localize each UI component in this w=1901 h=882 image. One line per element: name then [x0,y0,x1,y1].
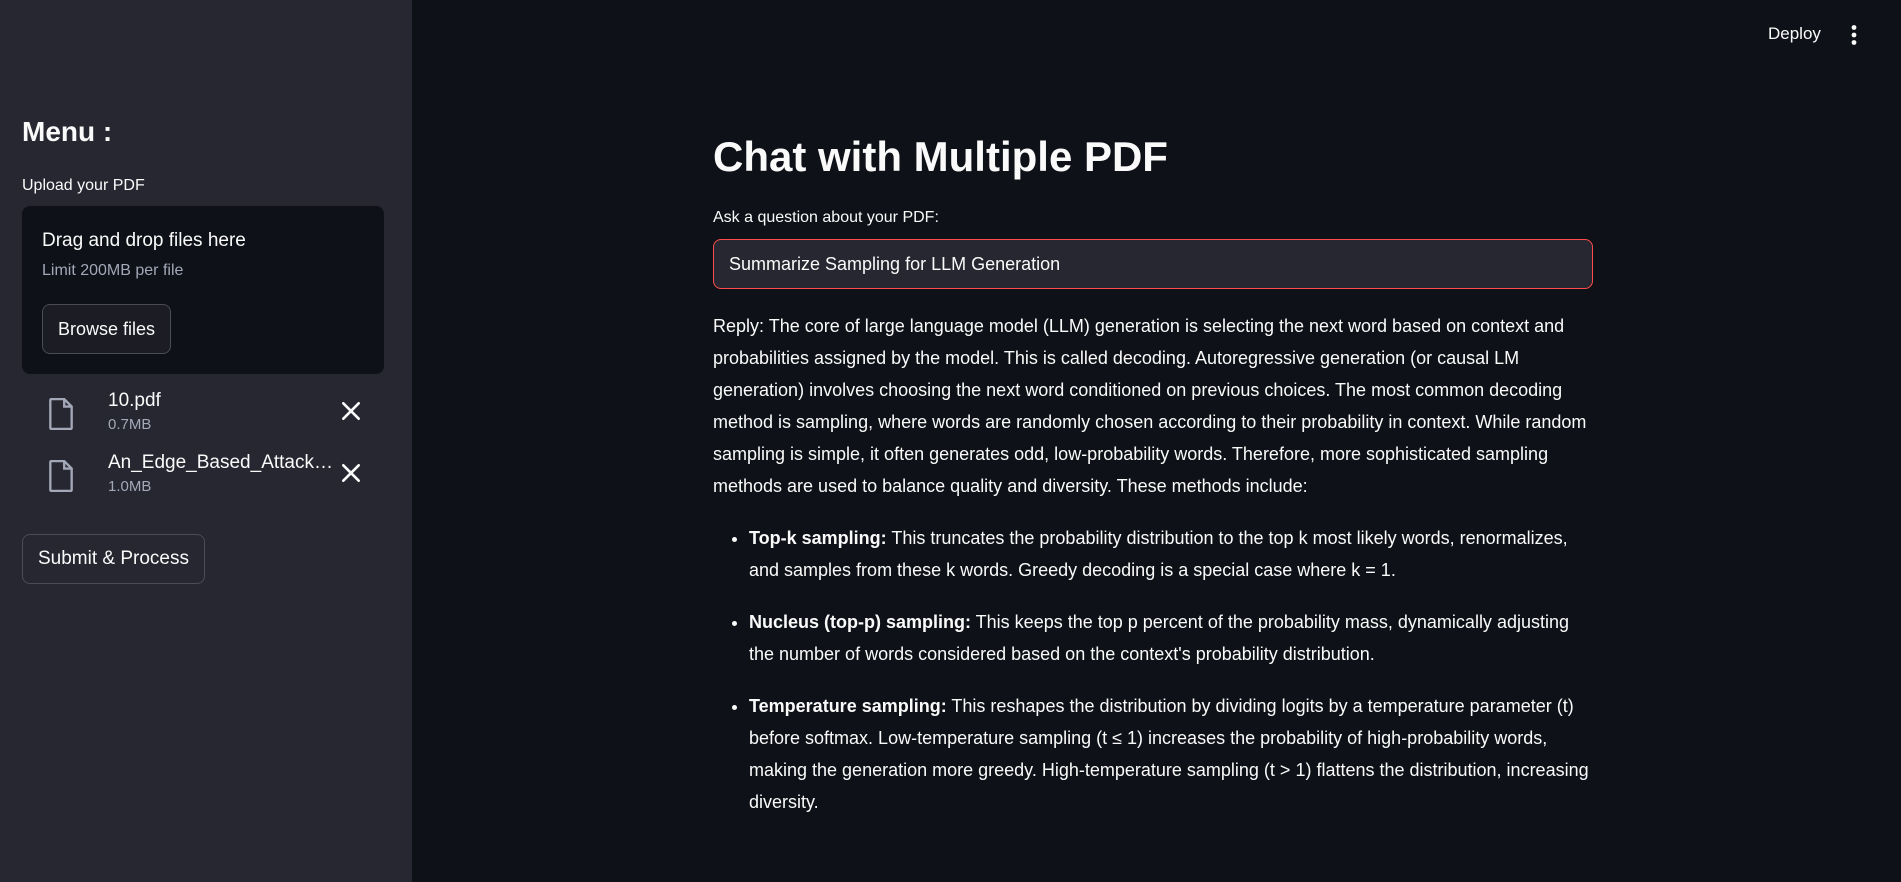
list-item: Temperature sampling: This reshapes the … [749,690,1593,818]
page-title: Chat with Multiple PDF [713,133,1168,180]
upload-label: Upload your PDF [22,177,145,194]
reply-text: Reply: The core of large language model … [713,310,1593,838]
file-name: An_Edge_Based_Attack_... [108,452,338,473]
file-size: 0.7MB [108,416,152,433]
file-icon [49,398,73,430]
question-label: Ask a question about your PDF: [713,209,939,226]
sidebar: Menu : Upload your PDF Drag and drop fil… [0,0,412,882]
uploaded-file-item: 10.pdf 0.7MB [22,390,384,446]
file-name: 10.pdf [108,390,161,411]
file-size: 1.0MB [108,478,152,495]
question-input[interactable] [713,239,1593,289]
reply-intro: Reply: The core of large language model … [713,316,1587,496]
submit-process-button[interactable]: Submit & Process [22,534,205,584]
sidebar-title: Menu : [22,116,113,147]
list-item: Nucleus (top-p) sampling: This keeps the… [749,606,1593,670]
file-dropzone[interactable]: Drag and drop files here Limit 200MB per… [22,206,384,374]
dropzone-limit: Limit 200MB per file [42,262,184,279]
file-icon [49,460,73,492]
more-vertical-icon[interactable] [1844,24,1864,46]
uploaded-file-item: An_Edge_Based_Attack_... 1.0MB [22,452,384,508]
list-item: Top-k sampling: This truncates the proba… [749,522,1593,586]
browse-files-button[interactable]: Browse files [42,304,172,354]
sampling-methods-list: Top-k sampling: This truncates the proba… [713,522,1593,818]
list-item-term: Nucleus (top-p) sampling: [749,612,971,632]
close-icon[interactable] [340,400,362,422]
deploy-button[interactable]: Deploy [1768,24,1821,44]
dropzone-title: Drag and drop files here [42,230,246,251]
close-icon[interactable] [340,462,362,484]
list-item-term: Top-k sampling: [749,528,887,548]
list-item-term: Temperature sampling: [749,696,947,716]
